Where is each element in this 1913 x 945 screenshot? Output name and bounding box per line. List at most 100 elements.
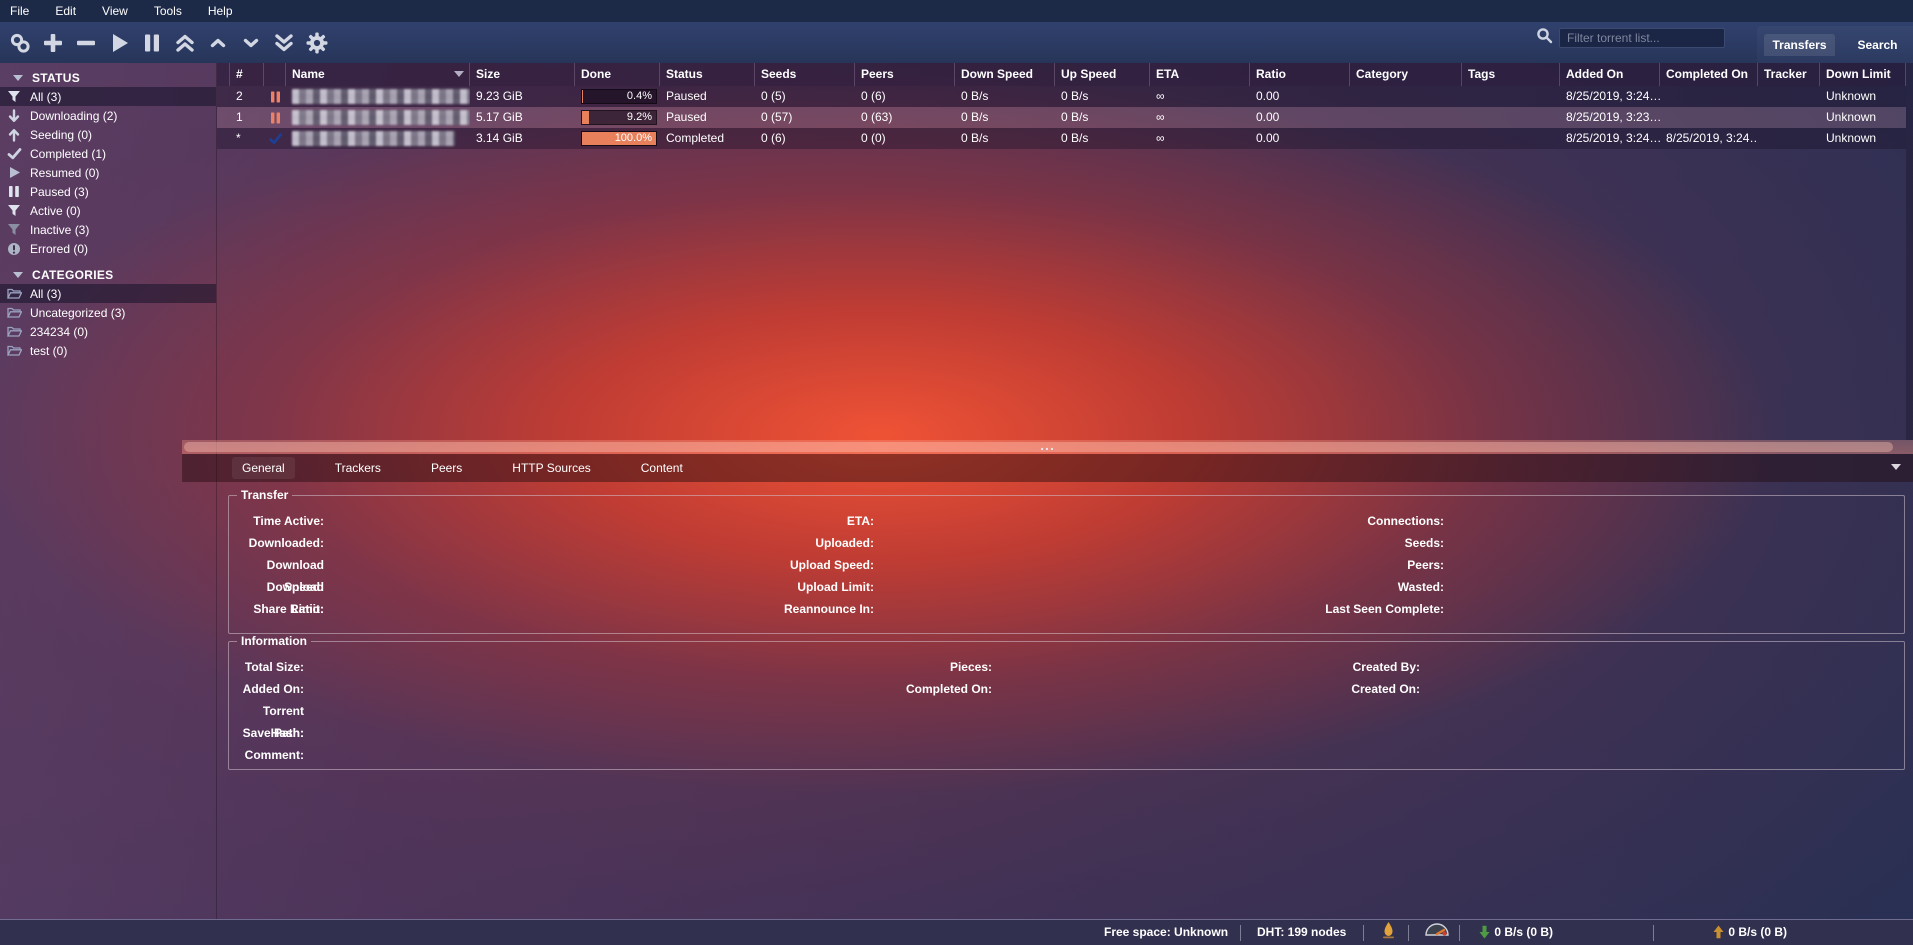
- panel-splitter[interactable]: ...: [182, 440, 1913, 454]
- link-icon[interactable]: [8, 31, 32, 55]
- header-added-on[interactable]: Added On: [1560, 63, 1660, 86]
- pause-icon[interactable]: [140, 31, 164, 55]
- alt-speed-gauge-icon[interactable]: [1424, 920, 1450, 945]
- tab-transfers[interactable]: Transfers: [1764, 34, 1834, 56]
- add-icon[interactable]: [41, 31, 65, 55]
- move-top-icon[interactable]: [173, 31, 197, 55]
- torrent-name-redacted: [286, 128, 470, 149]
- folder-icon: [6, 325, 22, 338]
- header-status[interactable]: Status: [660, 63, 755, 86]
- header-ratio[interactable]: Ratio: [1250, 63, 1350, 86]
- filter-torrent-input[interactable]: [1559, 28, 1725, 48]
- label-completed-on: Completed On:: [792, 678, 992, 700]
- sidebar-item-all[interactable]: All (3): [0, 87, 216, 106]
- label-created-by: Created By:: [1120, 656, 1420, 678]
- header-done[interactable]: Done: [575, 63, 660, 86]
- torrent-name-redacted: [286, 107, 470, 128]
- sidebar-item-active[interactable]: Active (0): [0, 201, 216, 220]
- sidebar-category-234234[interactable]: 234234 (0): [0, 322, 216, 341]
- sidebar-item-seeding[interactable]: Seeding (0): [0, 125, 216, 144]
- header-up-speed[interactable]: Up Speed: [1055, 63, 1150, 86]
- header-down-speed[interactable]: Down Speed: [955, 63, 1055, 86]
- tab-http-sources[interactable]: HTTP Sources: [502, 457, 600, 479]
- header-name[interactable]: Name: [286, 63, 470, 86]
- label-upload-limit: Upload Limit:: [674, 576, 874, 598]
- connection-status-icon[interactable]: [1381, 920, 1396, 945]
- label-peers: Peers:: [1144, 554, 1444, 576]
- label-last-seen-complete: Last Seen Complete:: [1144, 598, 1444, 620]
- table-vertical-scrollbar[interactable]: [1906, 63, 1913, 440]
- header-completed-on[interactable]: Completed On: [1660, 63, 1758, 86]
- label-comment: Comment:: [239, 744, 304, 766]
- information-legend: Information: [237, 634, 311, 648]
- table-row[interactable]: * 3.14 GiB 100.0% Completed 0 (6) 0 (0) …: [217, 128, 1906, 149]
- horizontal-scrollbar-thumb[interactable]: [184, 442, 1893, 452]
- label-torrent-hash: Torrent Hash:: [239, 700, 304, 722]
- pause-icon: [6, 185, 22, 198]
- label-added-on: Added On:: [239, 678, 304, 700]
- move-up-icon[interactable]: [206, 31, 230, 55]
- progress-bar: 9.2%: [581, 110, 657, 125]
- categories-section-header[interactable]: CATEGORIES: [0, 265, 216, 284]
- label-total-size: Total Size:: [239, 656, 304, 678]
- sidebar-category-test[interactable]: test (0): [0, 341, 216, 360]
- remove-icon[interactable]: [74, 31, 98, 55]
- menu-help[interactable]: Help: [208, 4, 233, 18]
- progress-bar: 0.4%: [581, 89, 657, 104]
- filter-icon: [6, 90, 22, 104]
- label-eta: ETA:: [674, 510, 874, 532]
- move-bottom-icon[interactable]: [272, 31, 296, 55]
- tab-search[interactable]: Search: [1849, 34, 1905, 56]
- header-spacer: [217, 63, 230, 86]
- menu-file[interactable]: File: [10, 4, 29, 18]
- progress-bar: 100.0%: [581, 131, 657, 146]
- tab-general[interactable]: General: [232, 457, 295, 479]
- statusbar-separator: [1653, 925, 1654, 941]
- header-down-limit[interactable]: Down Limit: [1820, 63, 1906, 86]
- header-tags[interactable]: Tags: [1462, 63, 1560, 86]
- tab-trackers[interactable]: Trackers: [325, 457, 391, 479]
- torrent-table-header: # Name Size Done Status Seeds Peers Down…: [217, 63, 1906, 86]
- header-size[interactable]: Size: [470, 63, 575, 86]
- label-wasted: Wasted:: [1144, 576, 1444, 598]
- resume-icon[interactable]: [107, 31, 131, 55]
- header-state-icon[interactable]: [264, 63, 286, 86]
- label-save-path: Save Path:: [239, 722, 304, 744]
- sidebar-item-completed[interactable]: Completed (1): [0, 144, 216, 163]
- label-seeds: Seeds:: [1144, 532, 1444, 554]
- header-category[interactable]: Category: [1350, 63, 1462, 86]
- upload-speed-indicator[interactable]: 0 B/s (0 B): [1712, 920, 1787, 945]
- tab-content[interactable]: Content: [631, 457, 693, 479]
- status-section-header[interactable]: STATUS: [0, 68, 216, 87]
- options-gear-icon[interactable]: [305, 31, 329, 55]
- sidebar-category-all[interactable]: All (3): [0, 284, 216, 303]
- header-tracker[interactable]: Tracker: [1758, 63, 1820, 86]
- tab-peers[interactable]: Peers: [421, 457, 472, 479]
- sidebar-item-inactive[interactable]: Inactive (3): [0, 220, 216, 239]
- sidebar-category-uncategorized[interactable]: Uncategorized (3): [0, 303, 216, 322]
- sidebar: STATUS All (3) Downloading (2) Seeding (…: [0, 63, 217, 919]
- collapse-caret-icon: [13, 272, 23, 278]
- sidebar-item-resumed[interactable]: Resumed (0): [0, 163, 216, 182]
- header-peers[interactable]: Peers: [855, 63, 955, 86]
- move-down-icon[interactable]: [239, 31, 263, 55]
- completed-icon: [264, 128, 286, 149]
- table-row[interactable]: 2 9.23 GiB 0.4% Paused 0 (5) 0 (6) 0 B/s…: [217, 86, 1906, 107]
- statusbar-separator: [1363, 925, 1364, 941]
- panel-collapse-icon[interactable]: [1891, 464, 1901, 470]
- sidebar-item-errored[interactable]: Errored (0): [0, 239, 216, 258]
- sidebar-item-downloading[interactable]: Downloading (2): [0, 106, 216, 125]
- folder-icon: [6, 306, 22, 319]
- label-uploaded: Uploaded:: [674, 532, 874, 554]
- label-connections: Connections:: [1144, 510, 1444, 532]
- header-seeds[interactable]: Seeds: [755, 63, 855, 86]
- menu-edit[interactable]: Edit: [55, 4, 76, 18]
- menu-tools[interactable]: Tools: [154, 4, 182, 18]
- sidebar-item-paused[interactable]: Paused (3): [0, 182, 216, 201]
- header-eta[interactable]: ETA: [1150, 63, 1250, 86]
- download-speed-indicator[interactable]: 0 B/s (0 B): [1478, 920, 1553, 945]
- header-num[interactable]: #: [230, 63, 264, 86]
- transfer-legend: Transfer: [237, 488, 292, 502]
- menu-view[interactable]: View: [102, 4, 128, 18]
- table-row[interactable]: 1 5.17 GiB 9.2% Paused 0 (57) 0 (63) 0 B…: [217, 107, 1906, 128]
